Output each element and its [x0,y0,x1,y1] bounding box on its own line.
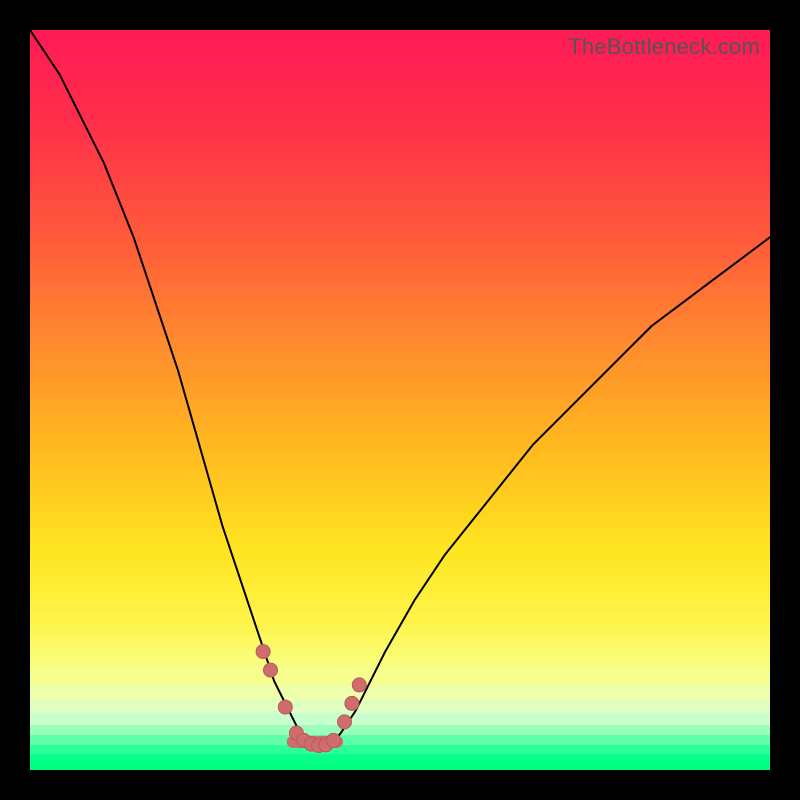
curve-marker [278,700,292,714]
bottleneck-curve [30,30,770,746]
curve-marker [256,645,270,659]
watermark-text: TheBottleneck.com [568,34,760,60]
curve-marker [352,678,366,692]
plot-area: TheBottleneck.com [30,30,770,770]
curve-marker [345,696,359,710]
curve-marker [264,663,278,677]
curve-marker [338,715,352,729]
chart-overlay [30,30,770,770]
outer-frame: TheBottleneck.com [0,0,800,800]
curve-marker [326,733,340,747]
